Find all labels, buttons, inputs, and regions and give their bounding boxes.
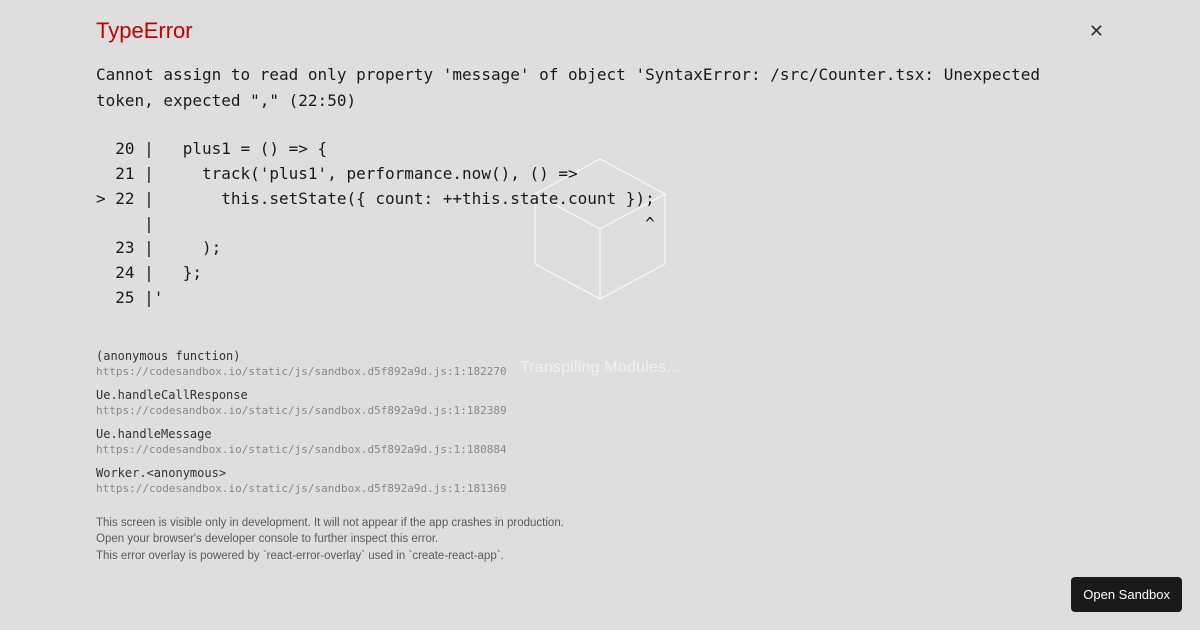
stack-function-name: Worker.<anonymous>: [96, 466, 1104, 480]
footer-note-line: This error overlay is powered by `react-…: [96, 548, 1104, 565]
stack-function-name: Ue.handleCallResponse: [96, 388, 1104, 402]
stack-frame: Worker.<anonymous> https://codesandbox.i…: [96, 466, 1104, 495]
error-code-frame: 20 | plus1 = () => { 21 | track('plus1',…: [96, 137, 1104, 311]
error-header: TypeError ✕: [96, 18, 1104, 44]
stack-trace: (anonymous function) https://codesandbox…: [96, 349, 1104, 495]
open-sandbox-button[interactable]: Open Sandbox: [1071, 577, 1182, 612]
stack-frame: Ue.handleMessage https://codesandbox.io/…: [96, 427, 1104, 456]
footer-notes: This screen is visible only in developme…: [96, 515, 1104, 565]
stack-location: https://codesandbox.io/static/js/sandbox…: [96, 482, 1104, 495]
stack-frame: (anonymous function) https://codesandbox…: [96, 349, 1104, 378]
stack-function-name: (anonymous function): [96, 349, 1104, 363]
error-message: Cannot assign to read only property 'mes…: [96, 62, 1104, 113]
error-title: TypeError: [96, 18, 193, 44]
stack-location: https://codesandbox.io/static/js/sandbox…: [96, 404, 1104, 417]
stack-location: https://codesandbox.io/static/js/sandbox…: [96, 443, 1104, 456]
close-icon[interactable]: ✕: [1089, 22, 1104, 40]
stack-function-name: Ue.handleMessage: [96, 427, 1104, 441]
footer-note-line: Open your browser's developer console to…: [96, 531, 1104, 548]
footer-note-line: This screen is visible only in developme…: [96, 515, 1104, 532]
stack-location: https://codesandbox.io/static/js/sandbox…: [96, 365, 1104, 378]
stack-frame: Ue.handleCallResponse https://codesandbo…: [96, 388, 1104, 417]
error-overlay: TypeError ✕ Cannot assign to read only p…: [0, 0, 1200, 630]
